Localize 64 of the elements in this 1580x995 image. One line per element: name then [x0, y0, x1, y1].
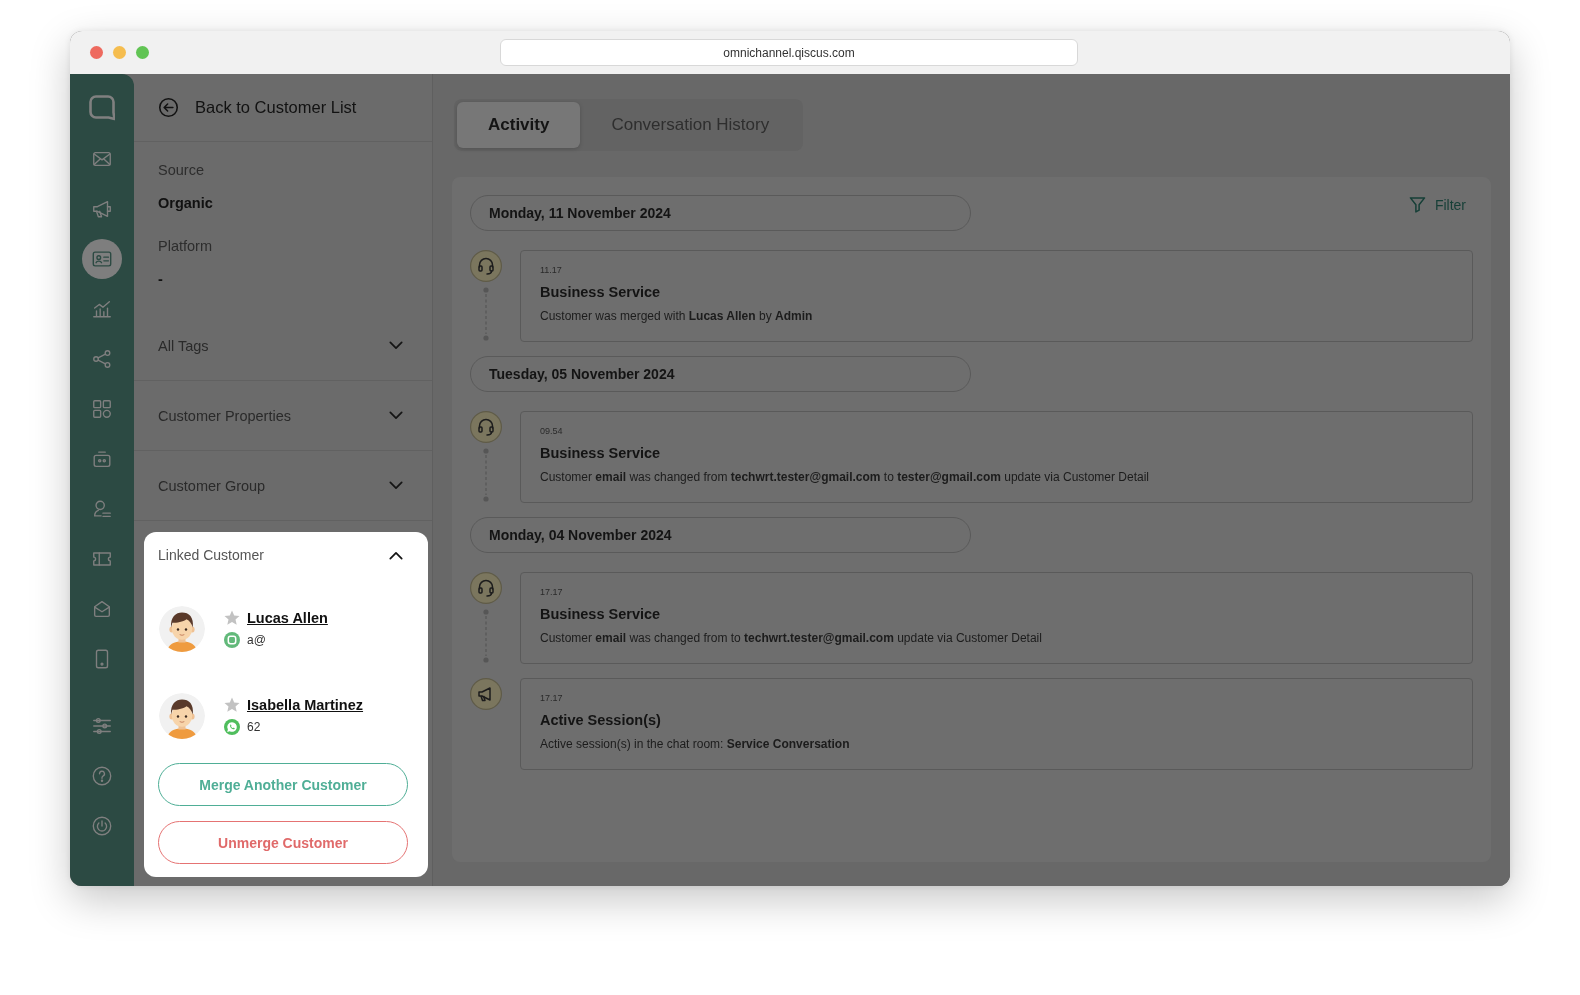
sliders-icon — [91, 715, 113, 737]
close-window-button[interactable] — [90, 46, 103, 59]
filter-button[interactable]: Filter — [1408, 196, 1466, 213]
chevron-icon — [389, 481, 403, 490]
timeline-connector — [483, 448, 489, 502]
event-title: Active Session(s) — [540, 711, 661, 729]
sidebar-item[interactable] — [82, 239, 122, 279]
chevron-icon — [389, 411, 403, 420]
timeline-connector — [483, 287, 489, 341]
event-title: Business Service — [540, 283, 661, 301]
id-card-icon — [91, 248, 113, 270]
headset-icon — [470, 572, 502, 604]
chevron-icon — [389, 550, 403, 560]
timeline-connector — [483, 609, 489, 663]
event-description: Customer email was changed from to techwrt.tester@gmail.com update via Customer Detail — [540, 630, 1042, 646]
share-icon — [91, 348, 113, 370]
avatar-icon — [159, 606, 205, 652]
phone-chat-icon — [224, 719, 240, 735]
merge-customer-button[interactable]: Merge Another Customer — [158, 763, 408, 806]
headset-icon — [470, 250, 502, 282]
event-title: Business Service — [540, 444, 661, 462]
power-icon — [91, 815, 113, 837]
apps-grid-icon — [91, 398, 113, 420]
field-value: - — [158, 270, 164, 289]
user-list-icon — [91, 498, 113, 520]
event-title: Business Service — [540, 605, 661, 623]
chat-channel-icon — [224, 632, 240, 648]
open-envelope-icon — [91, 598, 113, 620]
chat-bubble-logo-icon — [89, 95, 115, 121]
megaphone-icon — [470, 678, 502, 710]
event-description: Customer email was changed from techwrt.tester@gmail.com to tester@gmail.com update via Customer Detail — [540, 469, 1149, 485]
unmerge-customer-button[interactable]: Unmerge Customer — [158, 821, 408, 864]
event-time: 17.17 — [540, 692, 563, 704]
event-description: Customer was merged with Lucas Allen by Admin — [540, 308, 813, 324]
field-label: Source — [158, 161, 205, 180]
contact-text: a@ — [247, 633, 266, 647]
avatar-icon — [159, 693, 205, 739]
address-bar[interactable]: omnichannel.qiscus.com — [500, 39, 1078, 66]
headset-icon — [470, 411, 502, 443]
contact-text: 62 — [247, 720, 261, 734]
field-label: Platform — [158, 237, 213, 256]
megaphone-icon — [91, 198, 113, 220]
back-link[interactable]: Back to Customer List — [134, 74, 432, 142]
star-icon[interactable] — [224, 610, 240, 626]
customer-name-link[interactable]: Lucas Allen — [247, 610, 328, 626]
chevron-icon — [389, 341, 403, 350]
event-time: 11.17 — [540, 264, 562, 276]
bar-chart-icon — [91, 298, 113, 320]
help-icon — [91, 765, 113, 787]
star-icon[interactable] — [224, 697, 240, 713]
event-time: 17.17 — [540, 586, 563, 598]
field-value: Organic — [158, 194, 214, 213]
filter-icon — [1408, 196, 1426, 213]
event-time: 09.54 — [540, 425, 563, 437]
maximize-window-button[interactable] — [136, 46, 149, 59]
section-header[interactable]: All Tags — [134, 311, 432, 381]
tab[interactable]: Activity — [457, 102, 581, 148]
section-header[interactable]: Customer Properties — [134, 381, 432, 451]
section-header[interactable]: Linked Customer — [158, 546, 407, 564]
section-header[interactable]: Customer Group — [134, 451, 432, 521]
minimize-window-button[interactable] — [113, 46, 126, 59]
event-description: Active session(s) in the chat room: Service Conversation — [540, 736, 850, 752]
robot-icon — [91, 448, 113, 470]
customer-name-link[interactable]: Isabella Martinez — [247, 697, 364, 713]
